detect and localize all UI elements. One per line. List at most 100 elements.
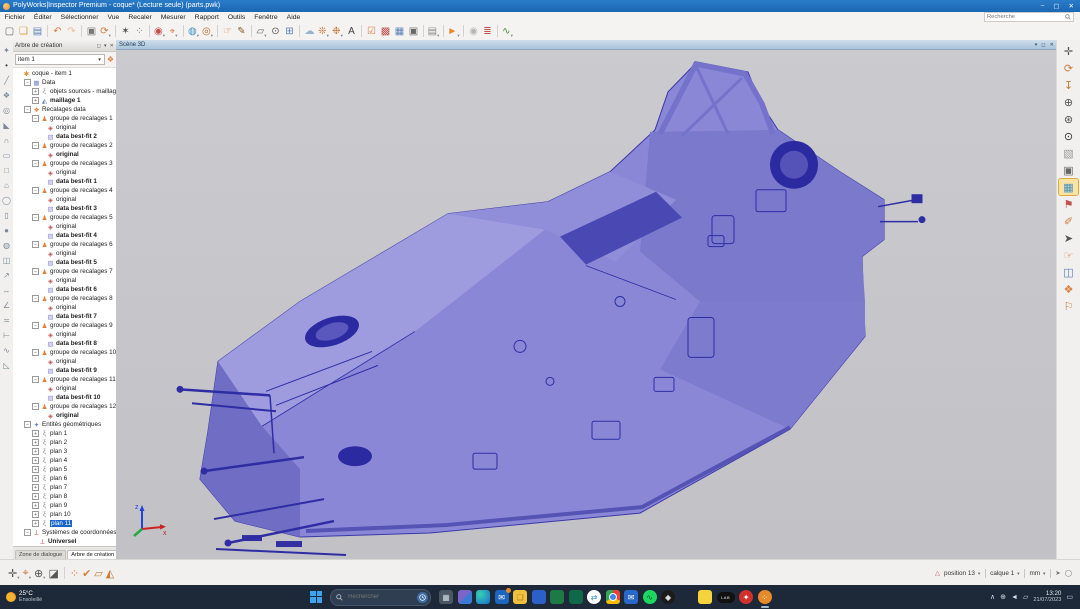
menu-mesurer[interactable]: Mesurer (156, 14, 190, 21)
panel-close-icon[interactable]: ✕ (110, 43, 114, 49)
undo-icon[interactable]: ↶ (51, 24, 64, 39)
align-axes-icon[interactable]: ✶ (119, 24, 132, 39)
tree-item[interactable]: ▧data best-fit 1 (13, 177, 116, 186)
open-folder-icon[interactable]: ❏ (17, 24, 30, 39)
tree-item[interactable]: ▧data best-fit 6 (13, 285, 116, 294)
tree-item[interactable]: −♟groupe de recalages 2 (13, 141, 116, 150)
cloud-icon[interactable]: ☁ (303, 24, 316, 39)
expand-toggle-icon[interactable]: + (32, 457, 39, 464)
collapse-toggle-icon[interactable]: − (32, 268, 39, 275)
zoom-in-icon[interactable]: ⊕ (1059, 94, 1078, 110)
expand-toggle-icon[interactable]: + (32, 448, 39, 455)
menu-fenetre[interactable]: Fenêtre (250, 14, 282, 21)
comparison-tool-icon[interactable]: ≍ (1, 314, 13, 327)
edge-icon[interactable] (476, 590, 490, 604)
redo-icon[interactable]: ↷ (65, 24, 78, 39)
tree-item[interactable]: −♟groupe de recalages 8 (13, 294, 116, 303)
zoom-dynamic-icon[interactable]: ⊛ (1059, 111, 1078, 127)
slot-tool-icon[interactable]: ▭ (1, 149, 13, 162)
tree-item[interactable]: ◈original (13, 168, 116, 177)
selection-flag-icon[interactable]: ⚑ (1059, 196, 1078, 212)
start-button[interactable] (310, 591, 323, 604)
collapse-toggle-icon[interactable]: − (24, 529, 31, 536)
play-macro-icon[interactable]: ►▾ (447, 24, 460, 39)
probe-ball-icon[interactable]: ⌖▾ (22, 565, 30, 581)
panel-window-icon[interactable]: ◫ (1059, 264, 1078, 280)
clapper-icon[interactable]: ◪ (48, 565, 58, 581)
vector-tool-icon[interactable]: ↗ (1, 269, 13, 282)
tree-item[interactable]: ▧data best-fit 10 (13, 393, 116, 402)
tree-item[interactable]: +ξplan 7 (13, 483, 116, 492)
onedrive-icon[interactable]: ▱ (1023, 593, 1028, 601)
distance-tool-icon[interactable]: ↔ (1, 284, 13, 297)
notification-icon[interactable]: ▭ (1066, 593, 1073, 601)
task-view-icon[interactable]: ▦ (439, 590, 453, 604)
color-objects-icon[interactable]: ▦ (1059, 179, 1078, 195)
maximize-button[interactable]: ▢ (1053, 2, 1059, 10)
taskbar-clock[interactable]: 13:20 21/07/2023 (1033, 590, 1061, 604)
status-units[interactable]: mm▼ (1029, 570, 1046, 577)
expand-toggle-icon[interactable]: + (32, 466, 39, 473)
chart-check-icon[interactable]: ∿▾ (501, 24, 514, 39)
cross-section-tool-icon[interactable]: ◫ (1, 254, 13, 267)
sphere-target-icon[interactable]: ◉▾ (153, 24, 166, 39)
expand-toggle-icon[interactable]: + (32, 511, 39, 518)
tree-item[interactable]: ▧data best-fit 8 (13, 339, 116, 348)
tree-item[interactable]: −♟groupe de recalages 4 (13, 186, 116, 195)
menu-vue[interactable]: Vue (103, 14, 124, 21)
collapse-toggle-icon[interactable]: − (24, 421, 31, 428)
profile-tool-icon[interactable]: ∿ (1, 344, 13, 357)
cylinder-tool-icon[interactable]: ▯ (1, 209, 13, 222)
pan-view-icon[interactable]: ✛ (1059, 43, 1078, 59)
tree-item[interactable]: −♟groupe de recalages 3 (13, 159, 116, 168)
globe-data-icon[interactable]: ◍▾ (187, 24, 200, 39)
tray-expand-icon[interactable]: ∧ (990, 593, 995, 601)
surface-tool-icon[interactable]: ✦ (1, 44, 13, 57)
cloud-points-icon[interactable]: ⁘ (70, 565, 79, 581)
expand-toggle-icon[interactable]: + (32, 493, 39, 500)
calendar-table-icon[interactable]: ⊞ (283, 24, 296, 39)
device-position-icon[interactable]: ✛▾ (8, 565, 19, 581)
tree-item[interactable]: ⟂Universel (13, 537, 116, 546)
group-flag-icon[interactable]: ⚐ (1059, 298, 1078, 314)
collapse-toggle-icon[interactable]: − (32, 142, 39, 149)
capture-icon[interactable]: ▣ (1059, 162, 1078, 178)
pointer-icon[interactable]: ➤ (1055, 569, 1060, 577)
ellipse-tool-icon[interactable]: ◯ (1, 194, 13, 207)
expand-toggle-icon[interactable]: + (32, 484, 39, 491)
collapse-toggle-icon[interactable]: − (32, 376, 39, 383)
mesh-edit-icon[interactable]: ◭ (106, 565, 114, 581)
cone-tool-icon[interactable]: ◣ (1, 119, 13, 132)
tree-item[interactable]: ◈original (13, 150, 116, 159)
arc-tool-icon[interactable]: ∩ (1, 134, 13, 147)
refresh-icon[interactable]: ◯ (1065, 569, 1072, 577)
expand-toggle-icon[interactable]: + (32, 430, 39, 437)
tree-item[interactable]: ▧data best-fit 3 (13, 204, 116, 213)
measure-pencil-icon[interactable]: ✐ (1059, 213, 1078, 229)
checklist-icon[interactable]: ☑ (365, 24, 378, 39)
caliper-tool-icon[interactable]: ⊢ (1, 329, 13, 342)
tree-item[interactable]: ▧data best-fit 4 (13, 231, 116, 240)
polyline-icon[interactable]: ▱ (94, 565, 102, 581)
collapse-toggle-icon[interactable]: − (32, 349, 39, 356)
tree-item[interactable]: +ξplan 6 (13, 474, 116, 483)
tree-item[interactable]: +ξobjets sources - maillage 1 (13, 87, 116, 96)
teamviewer-icon[interactable]: ⇄ (587, 590, 601, 604)
corner-tool-icon[interactable]: ◺ (1, 359, 13, 372)
tree-item[interactable]: −♟groupe de recalages 10 (13, 348, 116, 357)
widgets-icon[interactable] (458, 590, 472, 604)
torus-tool-icon[interactable]: ◍ (1, 239, 13, 252)
tree-item[interactable]: ◈original (13, 411, 116, 420)
tree-item[interactable]: +ξplan 11 (13, 519, 116, 528)
tree-item[interactable]: −✦Entités géométriques (13, 420, 116, 429)
panel-pin-icon[interactable]: ◻ (97, 43, 101, 49)
collapse-toggle-icon[interactable]: − (32, 187, 39, 194)
black-app-icon[interactable]: ◆ (661, 590, 675, 604)
color-report-icon[interactable]: ▩ (379, 24, 392, 39)
menu-search-box[interactable] (984, 12, 1074, 22)
angle-tool-icon[interactable]: ∠ (1, 299, 13, 312)
menu-editer[interactable]: Éditer (29, 14, 56, 21)
menu-recaler[interactable]: Recaler (124, 14, 156, 21)
menu-selectionner[interactable]: Sélectionner (56, 14, 103, 21)
menu-rapport[interactable]: Rapport (190, 14, 223, 21)
